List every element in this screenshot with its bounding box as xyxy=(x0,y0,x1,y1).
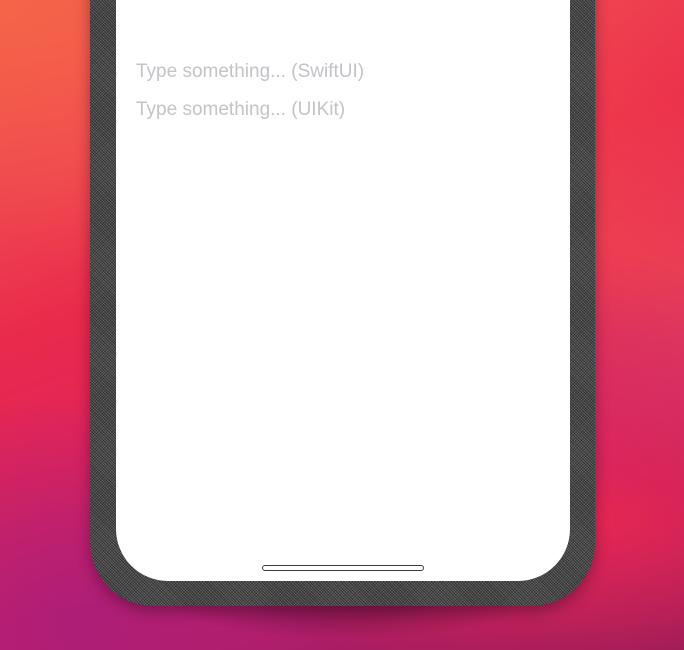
swiftui-text-field[interactable]: Type something... (SwiftUI) xyxy=(136,61,364,83)
home-indicator[interactable] xyxy=(262,565,424,571)
uikit-text-field[interactable]: Type something... (UIKit) xyxy=(136,99,345,121)
app-screen: Type something... (SwiftUI) Type somethi… xyxy=(116,0,570,581)
